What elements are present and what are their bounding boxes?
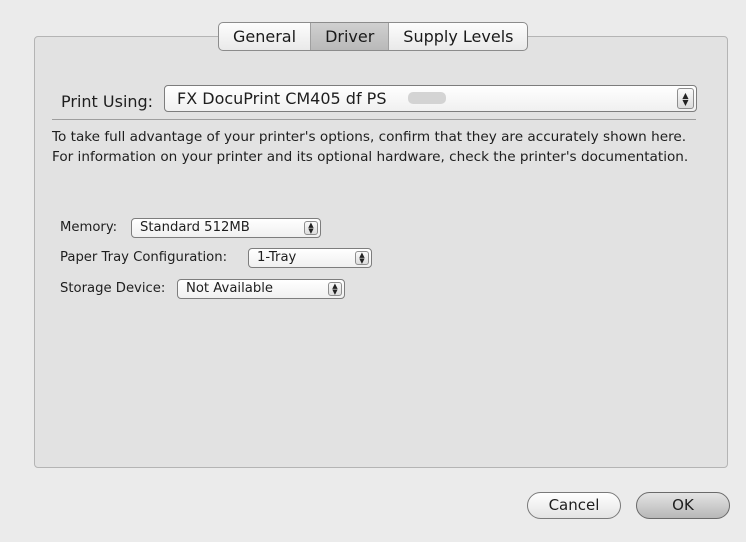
up-down-arrows-icon: ▲ ▼ <box>304 221 318 235</box>
paper-tray-value: 1-Tray <box>257 250 297 265</box>
memory-label: Memory: <box>60 220 118 235</box>
tab-bar: General Driver Supply Levels <box>218 22 529 51</box>
divider <box>52 119 696 120</box>
print-using-value: FX DocuPrint CM405 df PS <box>177 89 387 108</box>
description-text: To take full advantage of your printer's… <box>52 129 689 165</box>
memory-value: Standard 512MB <box>140 220 250 235</box>
storage-device-value: Not Available <box>186 281 273 296</box>
tab-supply-levels[interactable]: Supply Levels <box>389 23 527 50</box>
up-down-arrows-icon: ▲ ▼ <box>328 282 342 296</box>
up-down-arrows-icon: ▲ ▼ <box>355 251 369 265</box>
redacted-text <box>408 92 446 104</box>
ok-button[interactable]: OK <box>636 492 730 519</box>
paper-tray-popup[interactable]: 1-Tray ▲ ▼ <box>248 248 372 268</box>
cancel-button[interactable]: Cancel <box>527 492 621 519</box>
tab-general[interactable]: General <box>219 23 312 50</box>
storage-device-popup[interactable]: Not Available ▲ ▼ <box>177 279 345 299</box>
print-using-label: Print Using: <box>61 92 154 111</box>
memory-popup[interactable]: Standard 512MB ▲ ▼ <box>131 218 321 238</box>
tab-driver[interactable]: Driver <box>311 23 390 50</box>
up-down-arrows-icon: ▲ ▼ <box>677 88 694 109</box>
storage-device-label: Storage Device: <box>60 281 166 296</box>
paper-tray-label: Paper Tray Configuration: <box>60 250 228 265</box>
